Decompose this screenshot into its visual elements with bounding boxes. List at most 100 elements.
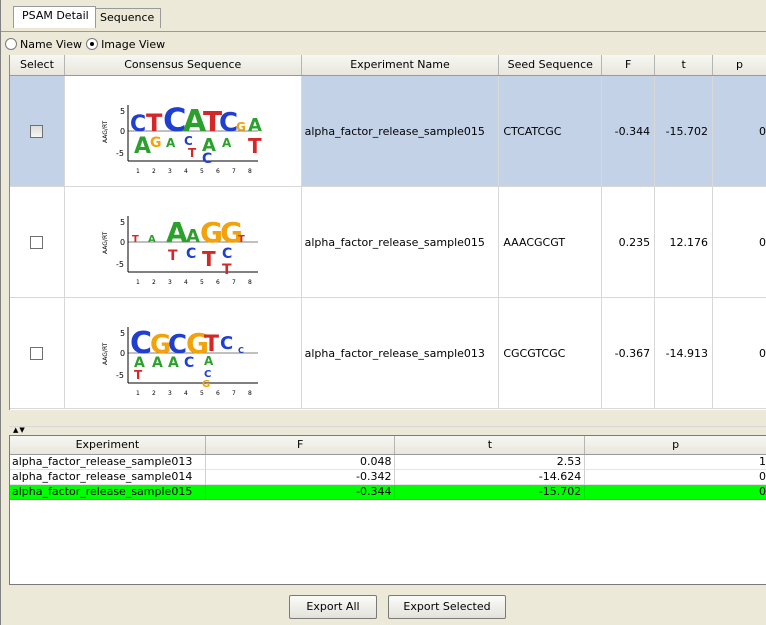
t-cell: -15.702	[395, 485, 586, 500]
p-cell: 0	[713, 298, 766, 408]
name-view-label[interactable]: Name View	[20, 38, 82, 51]
svg-text:4: 4	[184, 279, 188, 286]
t-cell: -14.913	[655, 298, 714, 408]
svg-text:3: 3	[168, 390, 172, 397]
svg-text:A: A	[152, 355, 163, 371]
f-cell: 0.048	[205, 455, 396, 470]
svg-text:C: C	[222, 246, 232, 262]
svg-text:T: T	[222, 262, 232, 278]
logo-ylabel: AAG/RT	[102, 231, 109, 254]
column-header-experiment[interactable]: Experiment	[10, 436, 206, 454]
psam-table-header: Select Consensus Sequence Experiment Nam…	[10, 55, 766, 76]
column-header-p[interactable]: p	[713, 55, 766, 75]
select-checkbox[interactable]	[30, 235, 44, 249]
table-row[interactable]: alpha_factor_release_sample013 0.048 2.5…	[10, 455, 766, 470]
logo-tick: 5	[120, 329, 125, 338]
logo-tick: -5	[116, 260, 124, 269]
sequence-logo: AAG/RT 5 0 -5 C G C G T C C A T A A C A …	[102, 326, 258, 397]
image-view-radio[interactable]	[86, 38, 99, 50]
p-cell: 0	[585, 485, 766, 500]
svg-text:C: C	[238, 346, 244, 355]
svg-text:3: 3	[168, 168, 172, 175]
t-cell: 2.53	[395, 455, 586, 470]
svg-text:2: 2	[152, 279, 156, 286]
tab-divider	[1, 31, 766, 32]
svg-text:G: G	[202, 379, 210, 390]
svg-text:2: 2	[152, 168, 156, 175]
export-selected-button[interactable]: Export Selected	[388, 595, 506, 619]
tab-label: PSAM Detail	[22, 9, 89, 22]
table-row[interactable]: AAG/RT 5 0 -5 C T C A T C G A A G A C A …	[10, 76, 766, 187]
image-view-label[interactable]: Image View	[101, 38, 165, 51]
svg-text:A: A	[168, 355, 179, 371]
view-toggle: Name View Image View	[5, 36, 169, 52]
svg-text:T: T	[202, 247, 216, 271]
psam-detail-window: PSAM Detail Sequence Name View Image Vie…	[0, 0, 766, 625]
table-row[interactable]: alpha_factor_release_sample014 -0.342 -1…	[10, 470, 766, 485]
column-header-experiment[interactable]: Experiment Name	[301, 55, 500, 75]
table-row[interactable]: AAG/RT 5 0 -5 T A A A G G T T C T C T 1 …	[10, 187, 766, 298]
svg-text:T: T	[168, 248, 178, 264]
logo-tick: 0	[120, 238, 125, 247]
f-cell: -0.367	[602, 298, 656, 408]
svg-text:A: A	[134, 134, 151, 159]
svg-text:6: 6	[216, 279, 220, 286]
svg-text:7: 7	[232, 168, 236, 175]
tab-sequence[interactable]: Sequence	[91, 8, 162, 28]
p-cell: 0	[713, 187, 766, 297]
svg-text:7: 7	[232, 390, 236, 397]
svg-text:8: 8	[248, 390, 252, 397]
svg-text:T: T	[248, 134, 262, 158]
svg-text:2: 2	[152, 390, 156, 397]
table-row-highlighted[interactable]: alpha_factor_release_sample015 -0.344 -1…	[10, 485, 766, 500]
select-cell	[10, 187, 65, 297]
svg-text:4: 4	[184, 168, 188, 175]
svg-text:T: T	[188, 146, 197, 160]
tab-psam-detail[interactable]: PSAM Detail	[13, 6, 96, 28]
column-header-f[interactable]: F	[205, 436, 396, 454]
column-header-consensus[interactable]: Consensus Sequence	[64, 55, 302, 75]
logo-tick: -5	[116, 149, 124, 158]
column-header-t[interactable]: t	[655, 55, 714, 75]
svg-text:C: C	[202, 151, 212, 167]
column-header-seed[interactable]: Seed Sequence	[499, 55, 603, 75]
consensus-logo-cell: AAG/RT 5 0 -5 C G C G T C C A T A A C A …	[64, 298, 302, 408]
svg-text:C: C	[220, 333, 233, 354]
seed-sequence-cell: CTCATCGC	[499, 76, 603, 186]
column-header-f[interactable]: F	[602, 55, 656, 75]
p-cell: 1	[585, 455, 766, 470]
psam-table: Select Consensus Sequence Experiment Nam…	[9, 55, 766, 410]
button-bar: Export All Export Selected	[1, 594, 766, 620]
svg-text:8: 8	[248, 279, 252, 286]
name-view-radio[interactable]	[5, 38, 17, 50]
consensus-logo-cell: AAG/RT 5 0 -5 C T C A T C G A A G A C A …	[64, 76, 302, 186]
svg-text:G: G	[236, 120, 246, 134]
svg-text:A: A	[166, 216, 188, 249]
svg-text:1: 1	[136, 279, 140, 286]
svg-text:5: 5	[200, 168, 204, 175]
select-cell	[10, 298, 65, 408]
select-checkbox[interactable]	[30, 346, 44, 360]
column-header-t[interactable]: t	[395, 436, 586, 454]
svg-text:A: A	[204, 354, 214, 368]
svg-text:7: 7	[232, 279, 236, 286]
splitter-arrows-icon[interactable]: ▲▼	[13, 427, 26, 434]
svg-text:3: 3	[168, 279, 172, 286]
experiment-cell: alpha_factor_release_sample014	[10, 470, 206, 485]
experiment-name-cell: alpha_factor_release_sample015	[301, 76, 500, 186]
select-cell	[10, 76, 65, 186]
split-pane-divider[interactable]	[9, 426, 766, 434]
svg-text:5: 5	[200, 390, 204, 397]
f-cell: -0.344	[602, 76, 656, 186]
logo-tick: 0	[120, 127, 125, 136]
column-header-select[interactable]: Select	[10, 55, 65, 75]
select-checkbox[interactable]	[30, 124, 44, 138]
tab-bar: PSAM Detail Sequence	[1, 4, 766, 32]
svg-text:6: 6	[216, 390, 220, 397]
table-row[interactable]: AAG/RT 5 0 -5 C G C G T C C A T A A C A …	[10, 298, 766, 409]
column-header-p[interactable]: p	[585, 436, 766, 454]
svg-text:T: T	[134, 368, 143, 382]
consensus-logo-cell: AAG/RT 5 0 -5 T A A A G G T T C T C T 1 …	[64, 187, 302, 297]
t-cell: -15.702	[655, 76, 714, 186]
export-all-button[interactable]: Export All	[289, 595, 377, 619]
